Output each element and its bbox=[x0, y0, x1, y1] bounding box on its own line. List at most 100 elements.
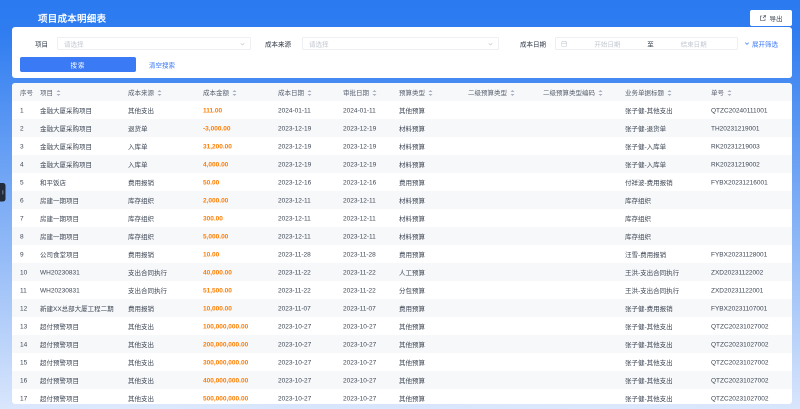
sort-icon[interactable] bbox=[372, 89, 377, 96]
table-cell bbox=[460, 299, 535, 317]
table-cell: 2024-01-11 bbox=[343, 106, 376, 114]
filter-row: 项目 请选择 成本来源 请选择 成本日期 开始日期 至 结束日期 展开筛选 bbox=[12, 37, 792, 50]
sort-icon[interactable] bbox=[157, 89, 162, 96]
column-header-9[interactable]: 业务单据标题 bbox=[617, 83, 703, 101]
column-header-4[interactable]: 成本日期 bbox=[270, 83, 335, 101]
table-cell bbox=[535, 371, 617, 389]
table-cell: 房建一期项目 bbox=[40, 232, 80, 241]
table-cell: 公司食堂项目 bbox=[40, 250, 80, 259]
table-cell: 超付预警项目 bbox=[40, 376, 80, 385]
clear-search-button[interactable]: 清空搜索 bbox=[149, 57, 175, 72]
table-cell: 张子健-入库单 bbox=[625, 142, 667, 151]
table-cell: 111.00 bbox=[203, 106, 223, 114]
table-cell: -3,000.00 bbox=[203, 124, 231, 132]
cost-table-panel: 序号 项目 成本来源 成本金额 成本日期 审批日期 预算类型 二级预算类型 二级预算类型编码 业务… bbox=[12, 83, 792, 404]
sort-icon[interactable] bbox=[56, 89, 61, 96]
table-cell: QTZC20231027002 bbox=[711, 394, 769, 402]
table-cell: 16 bbox=[20, 376, 28, 384]
expand-filter-button[interactable]: 展开筛选 bbox=[744, 37, 778, 50]
table-cell bbox=[535, 281, 617, 299]
table-cell: 2023-12-11 bbox=[278, 196, 311, 204]
table-cell: 房建一期项目 bbox=[40, 196, 80, 205]
sort-icon[interactable] bbox=[727, 89, 732, 96]
table-cell: 付祥波-费用报销 bbox=[625, 178, 673, 187]
table-cell: 和平饭店 bbox=[40, 178, 67, 187]
table-cell bbox=[460, 281, 535, 299]
table-cell bbox=[703, 227, 792, 245]
table-cell bbox=[460, 173, 535, 191]
column-header-1[interactable]: 项目 bbox=[32, 83, 120, 101]
table-cell bbox=[535, 209, 617, 227]
table-cell: 其他预算 bbox=[399, 376, 426, 385]
table-row: 11 WH20230831 支出合同执行 51,500.00 2023-11-22 202… bbox=[12, 281, 792, 299]
page-title: 项目成本明细表 bbox=[38, 14, 107, 25]
column-header-2[interactable]: 成本来源 bbox=[120, 83, 195, 101]
column-header-6[interactable]: 预算类型 bbox=[391, 83, 460, 101]
table-cell: 库存组织 bbox=[625, 232, 652, 241]
table-cell bbox=[535, 335, 617, 353]
table-cell: 2023-10-27 bbox=[343, 340, 377, 348]
table-cell bbox=[460, 245, 535, 263]
side-drawer-handle[interactable] bbox=[0, 183, 6, 202]
end-date-placeholder: 结束日期 bbox=[680, 40, 707, 48]
table-cell: 1 bbox=[20, 106, 24, 114]
table-row: 1 金融大厦采购项目 其他支出 111.00 2024-01-11 2024-01-11 其… bbox=[12, 101, 792, 119]
column-header-10[interactable]: 单号 bbox=[703, 83, 792, 101]
column-header-5[interactable]: 审批日期 bbox=[335, 83, 391, 101]
table-cell: 其他预算 bbox=[399, 322, 426, 331]
table-cell: 其他预算 bbox=[399, 340, 426, 349]
table-cell: 张子健-其他支出 bbox=[625, 376, 673, 385]
table-cell: 2023-12-11 bbox=[278, 232, 311, 240]
column-header-3[interactable]: 成本金额 bbox=[195, 83, 270, 101]
table-cell bbox=[535, 173, 617, 191]
table-cell: 退货单 bbox=[128, 124, 148, 133]
table-cell: 40,000.00 bbox=[203, 268, 232, 276]
column-header-8[interactable]: 二级预算类型编码 bbox=[535, 83, 617, 101]
table-cell: 2023-12-16 bbox=[343, 178, 377, 186]
table-cell: 张子健-其他支出 bbox=[625, 106, 673, 115]
table-cell: 31,200.00 bbox=[203, 142, 232, 150]
cost-source-select[interactable]: 请选择 bbox=[302, 37, 499, 50]
column-header-7[interactable]: 二级预算类型 bbox=[460, 83, 535, 101]
cost-table: 序号 项目 成本来源 成本金额 成本日期 审批日期 预算类型 二级预算类型 二级预算类型编码 业务… bbox=[12, 83, 792, 404]
table-cell: 2023-12-19 bbox=[343, 160, 377, 168]
table-cell: 2023-12-11 bbox=[343, 214, 376, 222]
table-row: 15 超付预警项目 其他支出 300,000,000.00 2023-10-27 2023… bbox=[12, 353, 792, 371]
table-cell: QTZC20231027002 bbox=[711, 340, 769, 348]
export-button[interactable]: 导出 bbox=[750, 10, 792, 26]
table-cell bbox=[460, 137, 535, 155]
export-label: 导出 bbox=[769, 14, 783, 23]
filter-buttons-row: 搜索 清空搜索 bbox=[12, 57, 792, 72]
table-cell: 其他预算 bbox=[399, 106, 426, 115]
table-cell: 2023-11-28 bbox=[343, 250, 376, 258]
search-button[interactable]: 搜索 bbox=[20, 57, 136, 72]
table-cell: 超付预警项目 bbox=[40, 358, 80, 367]
sort-icon[interactable] bbox=[667, 89, 672, 96]
table-row: 17 超付预警项目 其他支出 500,000,000.00 2023-10-27 2023… bbox=[12, 389, 792, 404]
table-cell: WH20230831 bbox=[40, 268, 80, 276]
column-header-0[interactable]: 序号 bbox=[12, 83, 33, 101]
table-cell bbox=[460, 389, 535, 404]
table-cell: 张子健-其他支出 bbox=[625, 340, 673, 349]
drawer-handle-grip bbox=[2, 190, 4, 195]
cost-source-filter-label: 成本来源 bbox=[265, 40, 292, 48]
table-cell bbox=[460, 209, 535, 227]
project-select[interactable]: 请选择 bbox=[57, 37, 251, 50]
table-cell bbox=[460, 191, 535, 209]
sort-icon[interactable] bbox=[307, 89, 312, 96]
table-cell: 9 bbox=[20, 250, 24, 258]
sort-icon[interactable] bbox=[232, 89, 237, 96]
table-cell: 新建XX总部大厦工程二期 bbox=[40, 304, 114, 313]
sort-icon[interactable] bbox=[598, 89, 603, 96]
table-cell: 费用预算 bbox=[399, 304, 426, 313]
cost-date-range-picker[interactable]: 开始日期 至 结束日期 bbox=[555, 37, 738, 50]
table-cell: 材料预算 bbox=[399, 142, 426, 151]
table-cell: 费用预算 bbox=[399, 178, 426, 187]
table-cell bbox=[460, 371, 535, 389]
table-cell: 张子健-入库单 bbox=[625, 160, 667, 169]
table-cell: 材料预算 bbox=[399, 214, 426, 223]
sort-icon[interactable] bbox=[428, 89, 433, 96]
table-cell bbox=[535, 137, 617, 155]
table-cell: 2023-10-27 bbox=[343, 394, 377, 402]
sort-icon[interactable] bbox=[510, 89, 515, 96]
